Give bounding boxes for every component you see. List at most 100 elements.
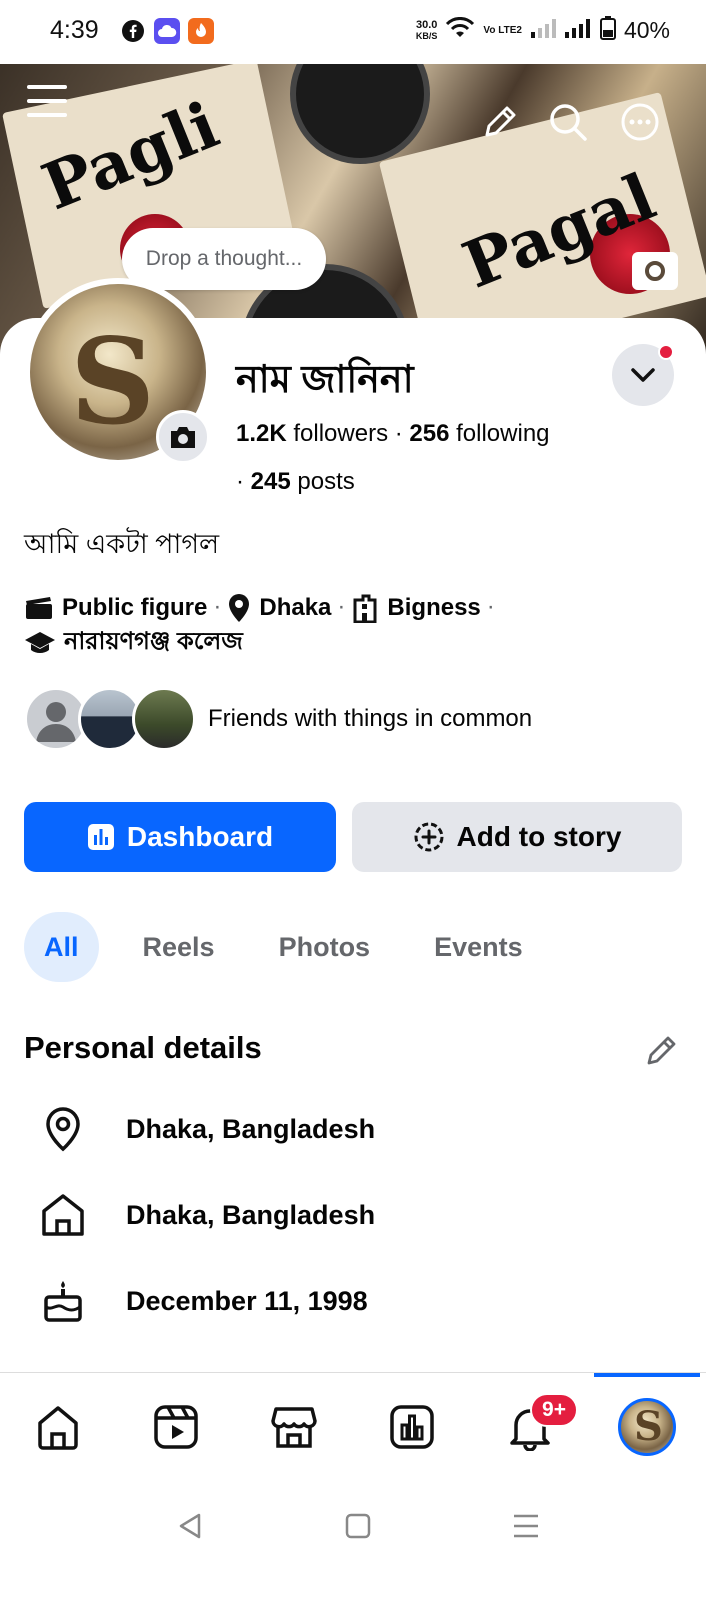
status-app-icons (120, 18, 214, 44)
detail-text: Dhaka, Bangladesh (126, 1113, 376, 1144)
pencil-icon (485, 106, 516, 137)
edit-profile-button[interactable] (478, 100, 522, 144)
following-label[interactable]: following (449, 420, 549, 447)
wifi-icon (445, 17, 475, 44)
recents-button[interactable] (506, 1506, 546, 1546)
menu-lines-icon (514, 1514, 538, 1538)
detail-chip-education[interactable]: নারায়ণগঞ্জ কলেজ (24, 625, 243, 659)
nav-profile-avatar[interactable]: S (618, 1398, 676, 1456)
intro-details: Public figure · Dhaka · Bigness · নারায়… (24, 590, 684, 659)
tab-reels[interactable]: Reels (123, 912, 235, 982)
search-button[interactable] (546, 100, 590, 144)
nav-active-indicator (594, 1373, 700, 1377)
orange-app-icon (188, 18, 214, 44)
status-indicators: 30.0 KB/S Vo LTE2 40% (416, 16, 670, 45)
dashboard-icon (87, 824, 114, 850)
detail-birthday: December 11, 1998 (38, 1276, 678, 1326)
bottom-navigation: 9+ (0, 1372, 706, 1482)
add-to-story-button[interactable]: Add to story (352, 802, 682, 872)
cover-camera-button[interactable] (632, 252, 678, 290)
detail-separator: · (213, 593, 222, 620)
add-story-icon (414, 822, 444, 852)
posts-count: 245 (250, 468, 291, 495)
volte-indicator: Vo LTE2 (483, 25, 522, 36)
notification-badge: 9+ (530, 1393, 578, 1427)
posts-prefix: · (236, 468, 251, 495)
followers-count[interactable]: 1.2K (236, 420, 287, 447)
thought-bubble[interactable]: Drop a thought... (122, 228, 326, 290)
battery-icon (599, 16, 616, 45)
tab-all[interactable]: All (24, 912, 99, 982)
battery-percent: 40% (623, 17, 670, 43)
detail-chip-label: নারায়ণগঞ্জ কলেজ (64, 628, 243, 656)
nav-dashboard[interactable] (382, 1397, 442, 1457)
follow-stats: 1.2K followers · 256 following (236, 420, 550, 448)
hamburger-icon (27, 85, 67, 117)
detail-separator: · (337, 593, 346, 620)
detail-chip-label: Dhaka (259, 593, 332, 621)
signal-strong-icon (564, 18, 592, 43)
building-icon (353, 594, 377, 623)
status-bar: 4:39 30.0 KB/S Vo LTE2 40% (0, 0, 720, 64)
detail-chip-location[interactable]: Dhaka (227, 591, 331, 625)
personal-details-title: Personal details (24, 1030, 262, 1065)
search-icon (550, 104, 587, 141)
friend-avatar[interactable] (132, 687, 196, 751)
cover-watch-top (290, 64, 430, 164)
profile-name: নাম জানিনা (236, 359, 414, 401)
nav-reels[interactable] (146, 1397, 206, 1457)
status-time: 4:39 (50, 16, 99, 44)
graduation-cap-icon (25, 632, 55, 654)
stats-separator: · (388, 420, 410, 447)
friends-common-text[interactable]: Friends with things in common (208, 705, 532, 733)
detail-chip-label: Bigness (387, 593, 481, 621)
avatar-letter-art: S (634, 1403, 663, 1450)
pencil-icon (647, 1036, 676, 1065)
camera-icon (645, 261, 665, 281)
menu-button[interactable] (26, 80, 68, 122)
tab-events[interactable]: Events (414, 912, 543, 982)
detail-chip-category[interactable]: Public figure (24, 591, 207, 625)
back-triangle-icon (179, 1513, 201, 1539)
dashboard-button[interactable]: Dashboard (24, 802, 336, 872)
tab-photos[interactable]: Photos (259, 912, 391, 982)
system-navigation (0, 1482, 720, 1600)
home-system-button[interactable] (338, 1506, 378, 1546)
posts-label: posts (290, 468, 355, 495)
add-to-story-label: Add to story (456, 821, 622, 852)
detail-separator: · (486, 593, 495, 620)
location-pin-icon (229, 593, 250, 622)
default-avatar-icon (36, 702, 76, 742)
edit-details-button[interactable] (642, 1030, 682, 1070)
nav-marketplace[interactable] (264, 1397, 324, 1457)
more-options-button[interactable] (618, 100, 662, 144)
dashboard-icon (390, 1405, 434, 1449)
more-dots-icon (621, 103, 659, 141)
following-count[interactable]: 256 (409, 420, 449, 447)
mutual-friends[interactable]: Friends with things in common (24, 686, 532, 752)
posts-stats: · 245 posts (236, 468, 355, 496)
detail-hometown: Dhaka, Bangladesh (38, 1190, 678, 1240)
clapperboard-icon (26, 596, 52, 619)
network-speed-unit: KB/S (415, 30, 438, 41)
home-icon (38, 1406, 78, 1450)
location-pin-icon (38, 1104, 88, 1154)
chevron-down-icon (631, 368, 655, 382)
avatar-letter-art: S (70, 312, 156, 451)
signal-weak-icon (530, 18, 556, 43)
back-button[interactable] (170, 1506, 210, 1546)
nav-home[interactable] (28, 1397, 88, 1457)
profile-tabs: All Reels Photos Events (24, 912, 543, 982)
detail-chip-work[interactable]: Bigness (351, 591, 481, 625)
network-speed-value: 30.0 (415, 18, 438, 31)
network-speed: 30.0 KB/S (415, 18, 438, 42)
notification-dot (658, 344, 674, 360)
profile-camera-button[interactable] (156, 410, 210, 464)
cloud-app-icon (154, 18, 180, 44)
followers-label[interactable]: followers (287, 420, 388, 447)
home-icon (38, 1190, 88, 1240)
reels-icon (154, 1405, 198, 1449)
camera-icon (171, 427, 195, 448)
detail-text: Dhaka, Bangladesh (126, 1199, 376, 1230)
profile-bio: আমি একটা পাগল (24, 529, 220, 559)
